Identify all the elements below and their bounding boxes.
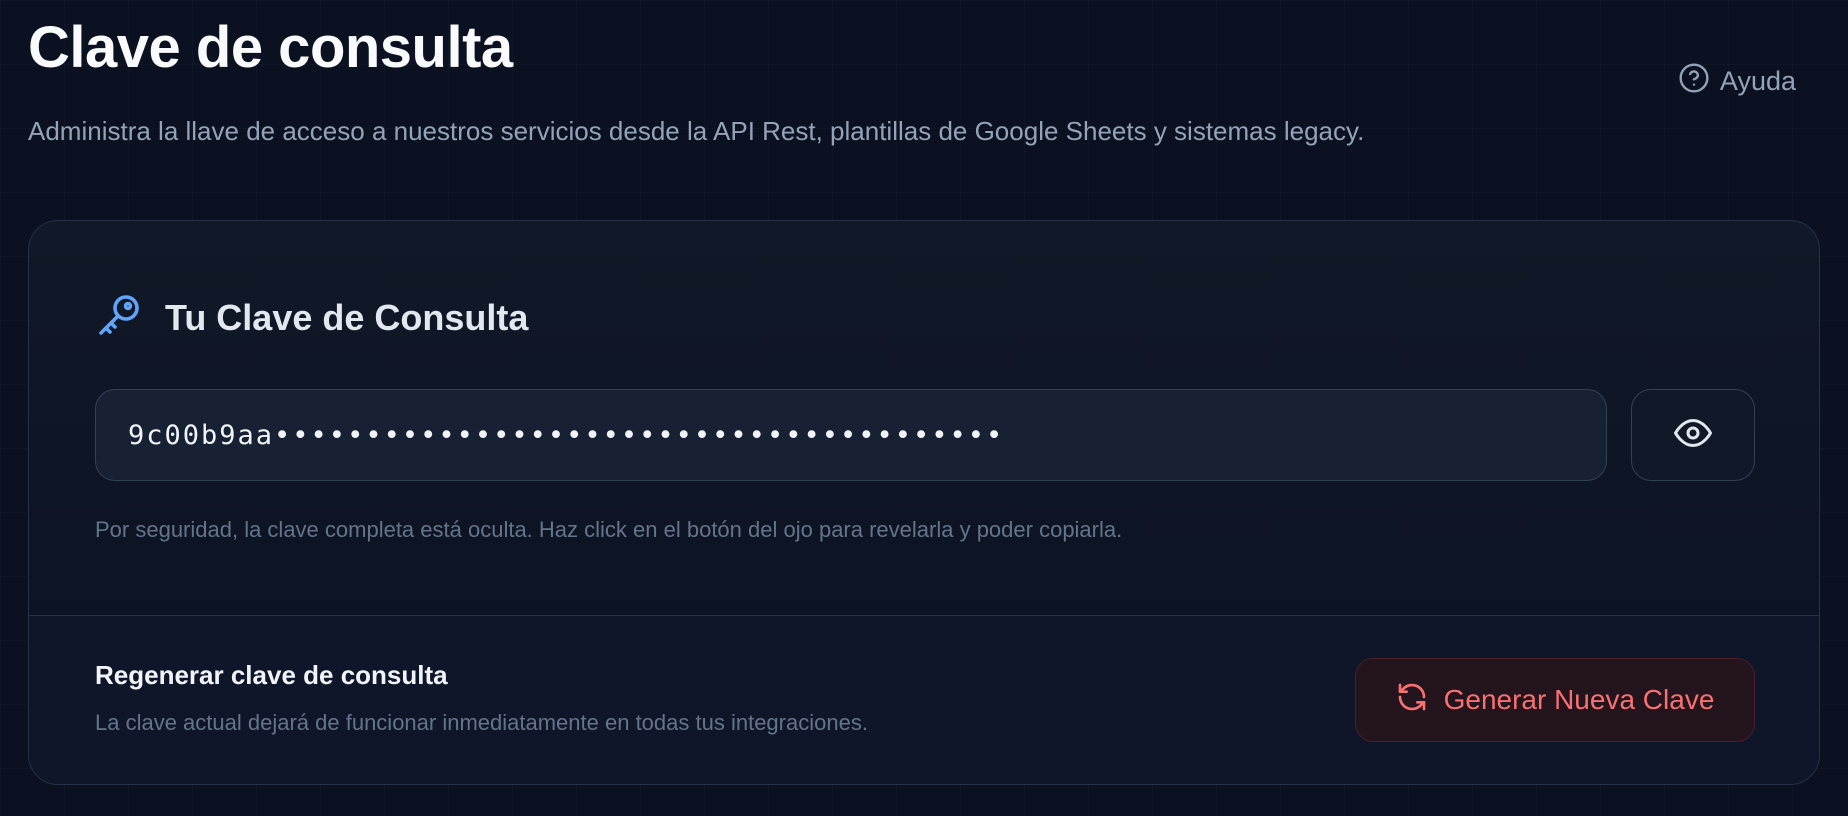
refresh-icon	[1396, 681, 1428, 720]
api-key-card: Tu Clave de Consulta 9c00b9aa•••••••••••…	[28, 220, 1820, 785]
card-header: Tu Clave de Consulta	[95, 291, 528, 344]
eye-icon	[1673, 413, 1713, 458]
api-key-field[interactable]: 9c00b9aa••••••••••••••••••••••••••••••••…	[95, 389, 1607, 481]
generate-new-key-label: Generar Nueva Clave	[1443, 684, 1715, 715]
page-subtitle: Administra la llave de acceso a nuestros…	[28, 116, 1365, 146]
regenerate-description: La clave actual dejará de funcionar inme…	[95, 710, 868, 735]
regenerate-title: Regenerar clave de consulta	[95, 660, 448, 690]
generate-new-key-button[interactable]: Generar Nueva Clave	[1355, 658, 1755, 742]
help-label: Ayuda	[1719, 66, 1796, 96]
help-link[interactable]: Ayuda	[1678, 62, 1796, 101]
reveal-key-button[interactable]	[1631, 389, 1755, 481]
security-hint: Por seguridad, la clave completa está oc…	[95, 517, 1123, 542]
page-title: Clave de consulta	[28, 15, 513, 80]
help-circle-icon	[1678, 62, 1710, 101]
regenerate-section: Regenerar clave de consulta La clave act…	[29, 615, 1819, 784]
card-title: Tu Clave de Consulta	[165, 296, 529, 338]
key-icon	[95, 291, 143, 344]
